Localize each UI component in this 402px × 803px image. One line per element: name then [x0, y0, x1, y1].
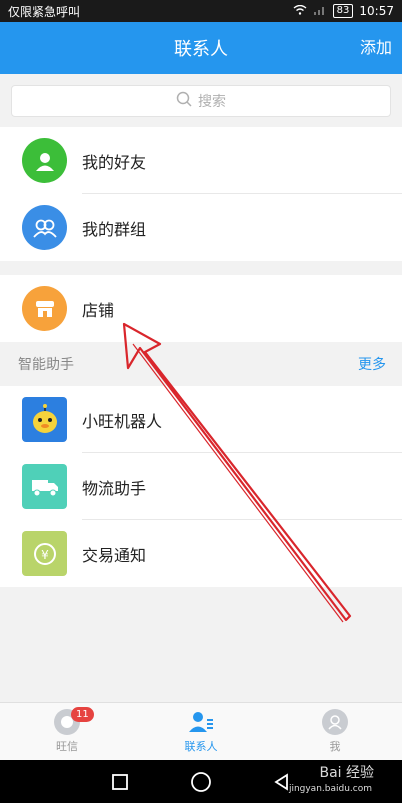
assistant-section-header: 智能助手 更多 [0, 342, 402, 386]
list-item-label: 物流助手 [82, 478, 147, 498]
circle-icon [191, 771, 211, 792]
section-title: 智能助手 [18, 357, 74, 373]
robot-icon [22, 397, 67, 442]
friend-icon [22, 138, 67, 183]
carrier-text: 仅限紧急呼叫 [8, 4, 81, 19]
list-item-label: 交易通知 [82, 545, 147, 565]
shop-icon [22, 286, 67, 331]
contacts-group-shop: 店铺 [0, 275, 402, 342]
contacts-icon [188, 709, 214, 735]
back-triangle-icon [273, 772, 288, 791]
app-header: 联系人 添加 [0, 22, 402, 74]
tab-contacts[interactable]: 联系人 [134, 703, 268, 760]
list-item-robot[interactable]: 小旺机器人 [0, 386, 402, 453]
home-button[interactable] [186, 767, 216, 797]
list-item-trade-notice[interactable]: ¥ 交易通知 [0, 520, 402, 587]
add-contact-button[interactable]: 添加 [360, 22, 392, 74]
list-item-friends[interactable]: 我的好友 [0, 127, 402, 194]
clock: 10:57 [359, 4, 394, 18]
watermark-url: jingyan.baidu.com [288, 784, 372, 794]
search-icon [176, 91, 192, 111]
tab-me[interactable]: 我 [268, 703, 402, 760]
bottom-tab-bar: 11 旺信 联系人 我 [0, 702, 402, 760]
tab-label: 旺信 [56, 740, 78, 753]
list-item-label: 我的群组 [82, 219, 147, 239]
list-item-groups[interactable]: 我的群组 [0, 194, 402, 261]
wifi-icon [293, 4, 307, 18]
signal-icon [313, 4, 327, 18]
list-item-label: 店铺 [82, 300, 115, 320]
battery-indicator: 83 [332, 4, 354, 18]
watermark-logo: Bai 经验 [319, 765, 374, 781]
square-icon [112, 773, 129, 790]
list-item-label: 小旺机器人 [82, 411, 163, 431]
unread-badge: 11 [71, 707, 94, 722]
page-title: 联系人 [174, 39, 228, 60]
contacts-group-primary: 我的好友 我的群组 [0, 127, 402, 261]
search-input[interactable]: 搜索 [11, 85, 391, 117]
list-item-shop[interactable]: 店铺 [0, 275, 402, 342]
search-area: 搜索 [0, 74, 402, 127]
more-link[interactable]: 更多 [358, 354, 386, 374]
search-placeholder: 搜索 [198, 94, 226, 110]
tab-label: 我 [329, 740, 341, 753]
list-item-logistics[interactable]: 物流助手 [0, 453, 402, 520]
list-item-label: 我的好友 [82, 152, 147, 172]
status-bar: 仅限紧急呼叫 83 10:57 [0, 0, 402, 22]
svg-text:¥: ¥ [41, 548, 49, 562]
tab-label: 联系人 [184, 740, 218, 753]
trade-icon: ¥ [22, 531, 67, 576]
tab-wangxin[interactable]: 11 旺信 [0, 703, 134, 760]
recents-button[interactable] [105, 767, 135, 797]
profile-icon [322, 709, 348, 735]
assistant-list: 小旺机器人 物流助手 ¥ 交易通知 [0, 386, 402, 587]
truck-icon [22, 464, 67, 509]
group-icon [22, 205, 67, 250]
